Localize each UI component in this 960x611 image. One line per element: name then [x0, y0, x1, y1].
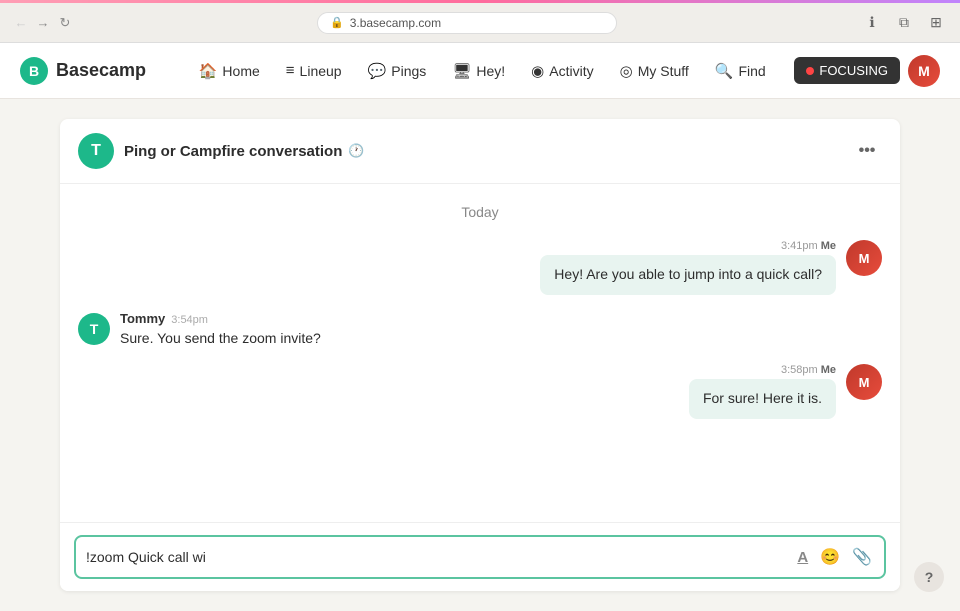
- nav-hey-label: Hey!: [476, 63, 505, 79]
- message-bubble: Hey! Are you able to jump into a quick c…: [540, 255, 836, 295]
- browser-right-controls: ℹ ⧉ ⊞: [860, 11, 948, 35]
- browser-chrome: ← → ↻ 🔒 3.basecamp.com ℹ ⧉ ⊞: [0, 3, 960, 43]
- chat-container: T Ping or Campfire conversation 🕐 ••• To…: [60, 119, 900, 591]
- nav-items: 🏠 Home ≡ Lineup 💬 Pings 🖥 Hey! ◉ Activit…: [170, 56, 794, 86]
- chat-menu-button[interactable]: •••: [852, 136, 882, 166]
- nav-home-label: Home: [222, 63, 259, 79]
- incoming-sender-row: T Tommy 3:54pm Sure. You send the zoom i…: [78, 311, 321, 349]
- chat-input[interactable]: [86, 549, 787, 565]
- browser-sidebar-button[interactable]: ⊞: [924, 11, 948, 35]
- incoming-content: Tommy 3:54pm Sure. You send the zoom inv…: [120, 311, 321, 349]
- chat-input-area: A 😊 📎: [60, 522, 900, 591]
- outgoing-avatar: M: [846, 240, 882, 276]
- help-button[interactable]: ?: [914, 562, 944, 592]
- message-sender: Me: [821, 364, 836, 376]
- format-icon: A: [797, 549, 808, 566]
- chat-input-box: A 😊 📎: [74, 535, 886, 579]
- browser-back-button[interactable]: ←: [12, 14, 30, 32]
- emoji-picker-button[interactable]: 😊: [818, 545, 842, 569]
- message-bubble: For sure! Here it is.: [689, 379, 836, 419]
- nav-item-activity[interactable]: ◉ Activity: [519, 56, 605, 86]
- chat-header: T Ping or Campfire conversation 🕐 •••: [60, 119, 900, 184]
- message-meta: 3:58pm Me: [781, 364, 836, 376]
- date-label: Today: [461, 204, 498, 220]
- main-content: T Ping or Campfire conversation 🕐 ••• To…: [0, 99, 960, 611]
- chat-avatar: T: [78, 133, 114, 169]
- chat-title: Ping or Campfire conversation 🕐: [124, 143, 365, 160]
- message-time: 3:41pm: [781, 240, 818, 252]
- message-text: Hey! Are you able to jump into a quick c…: [554, 266, 822, 282]
- incoming-text: Sure. You send the zoom invite?: [120, 329, 321, 349]
- browser-window-controls: ← → ↻: [12, 14, 74, 32]
- nav-item-mystuff[interactable]: ◎ My Stuff: [608, 56, 701, 86]
- lineup-icon: ≡: [286, 62, 295, 79]
- incoming-avatar-initial: T: [90, 321, 99, 337]
- input-actions: A 😊 📎: [795, 545, 874, 569]
- focusing-label: FOCUSING: [819, 63, 888, 78]
- mystuff-icon: ◎: [620, 62, 633, 80]
- incoming-name: Tommy: [120, 311, 165, 326]
- emoji-icon: 😊: [820, 547, 840, 567]
- nav-activity-label: Activity: [549, 63, 593, 79]
- app-navbar: B Basecamp 🏠 Home ≡ Lineup 💬 Pings 🖥 Hey…: [0, 43, 960, 99]
- message-time: 3:58pm: [781, 364, 818, 376]
- logo-text: Basecamp: [56, 60, 146, 81]
- format-text-button[interactable]: A: [795, 547, 810, 568]
- message-text: For sure! Here it is.: [703, 390, 822, 406]
- lock-icon: 🔒: [330, 16, 344, 29]
- incoming-time: 3:54pm: [171, 314, 208, 326]
- browser-info-button[interactable]: ℹ: [860, 11, 884, 35]
- nav-mystuff-label: My Stuff: [638, 63, 689, 79]
- focusing-dot: [806, 67, 814, 75]
- date-divider: Today: [78, 204, 882, 220]
- incoming-meta: Tommy 3:54pm: [120, 311, 321, 326]
- nav-lineup-label: Lineup: [300, 63, 342, 79]
- attach-icon: 📎: [852, 547, 872, 567]
- address-bar[interactable]: 🔒 3.basecamp.com: [317, 12, 617, 34]
- home-icon: 🏠: [199, 62, 218, 80]
- outgoing-message-wrap: 3:58pm Me For sure! Here it is.: [689, 364, 836, 419]
- message-row: 3:41pm Me Hey! Are you able to jump into…: [78, 240, 882, 295]
- browser-nav-arrows: ← → ↻: [12, 14, 74, 32]
- help-label: ?: [925, 569, 934, 585]
- find-icon: 🔍: [715, 62, 734, 80]
- chat-title-icon: 🕐: [348, 143, 364, 159]
- message-row: 3:58pm Me For sure! Here it is. M: [78, 364, 882, 419]
- logo[interactable]: B Basecamp: [20, 57, 146, 85]
- hey-icon: 🖥: [452, 62, 471, 80]
- nav-pings-label: Pings: [391, 63, 426, 79]
- incoming-avatar: T: [78, 313, 110, 345]
- nav-find-label: Find: [738, 63, 765, 79]
- chat-messages: Today 3:41pm Me Hey! Are you able to jum…: [60, 184, 900, 522]
- browser-reload-button[interactable]: ↻: [56, 14, 74, 32]
- outgoing-avatar-2: M: [846, 364, 882, 400]
- nav-item-pings[interactable]: 💬 Pings: [356, 56, 439, 86]
- message-row: T Tommy 3:54pm Sure. You send the zoom i…: [78, 311, 882, 349]
- user-avatar[interactable]: M: [908, 55, 940, 87]
- pings-icon: 💬: [368, 62, 387, 80]
- chat-menu-dots: •••: [859, 142, 876, 160]
- browser-forward-button[interactable]: →: [34, 14, 52, 32]
- attach-file-button[interactable]: 📎: [850, 545, 874, 569]
- message-sender: Me: [821, 240, 836, 252]
- chat-title-text: Ping or Campfire conversation: [124, 143, 342, 160]
- nav-item-home[interactable]: 🏠 Home: [187, 56, 272, 86]
- nav-right: FOCUSING M: [794, 55, 940, 87]
- message-meta: 3:41pm Me: [781, 240, 836, 252]
- browser-tabs-button[interactable]: ⧉: [892, 11, 916, 35]
- chat-header-left: T Ping or Campfire conversation 🕐: [78, 133, 365, 169]
- nav-item-lineup[interactable]: ≡ Lineup: [274, 56, 354, 85]
- activity-icon: ◉: [531, 62, 544, 80]
- chat-avatar-initial: T: [91, 142, 101, 160]
- address-text: 3.basecamp.com: [350, 16, 441, 30]
- logo-icon: B: [20, 57, 48, 85]
- nav-item-find[interactable]: 🔍 Find: [703, 56, 778, 86]
- outgoing-message-wrap: 3:41pm Me Hey! Are you able to jump into…: [540, 240, 836, 295]
- focusing-button[interactable]: FOCUSING: [794, 57, 900, 84]
- nav-item-hey[interactable]: 🖥 Hey!: [440, 56, 517, 86]
- user-avatar-initial: M: [918, 63, 930, 79]
